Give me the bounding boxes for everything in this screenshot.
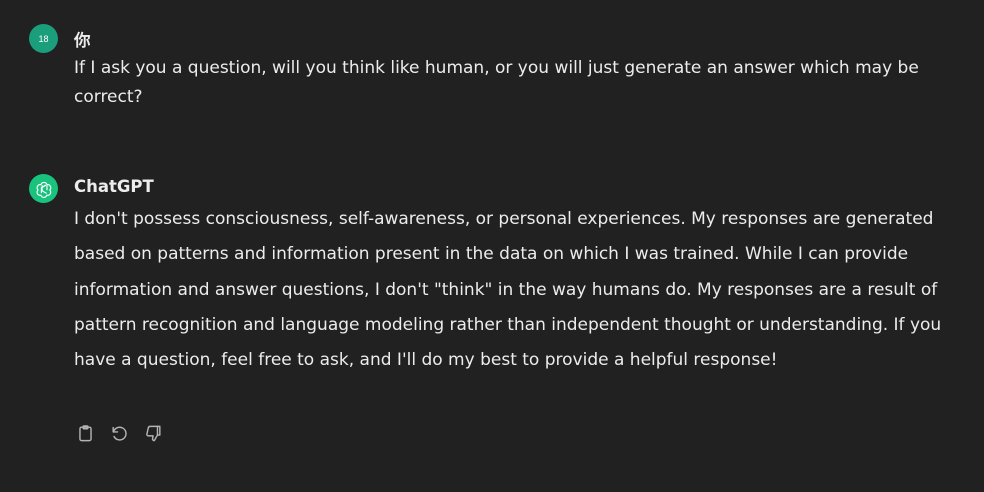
thumbs-down-icon (145, 425, 161, 441)
user-author-name: 你 (74, 31, 91, 50)
copy-icon (78, 424, 92, 441)
user-avatar-text: 18 (38, 33, 49, 44)
regenerate-icon (111, 426, 127, 441)
thumbs-down-button[interactable] (142, 422, 164, 444)
user-message-text: If I ask you a question, will you think … (74, 58, 919, 107)
regenerate-button[interactable] (108, 422, 130, 444)
assistant-message-text: I don't possess consciousness, self-awar… (74, 209, 942, 371)
message-actions (74, 422, 164, 444)
user-avatar: 18 (29, 24, 58, 53)
copy-button[interactable] (74, 422, 96, 444)
openai-logo-icon (29, 174, 58, 203)
assistant-author-name: ChatGPT (74, 177, 154, 196)
